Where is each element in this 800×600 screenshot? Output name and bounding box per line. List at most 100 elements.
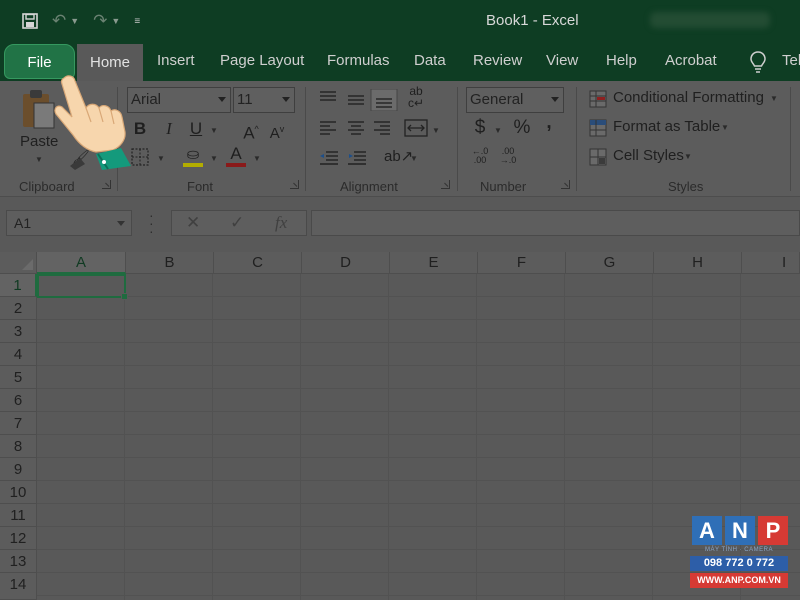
underline-button[interactable]: U xyxy=(187,119,205,139)
borders-dropdown-icon[interactable]: ▼ xyxy=(157,154,165,163)
column-header[interactable]: E xyxy=(390,252,478,274)
undo-dropdown-icon[interactable]: ▼ xyxy=(70,16,79,26)
formula-input[interactable] xyxy=(311,210,800,236)
watermark-letters: A N P xyxy=(692,516,788,545)
watermark-letter: P xyxy=(758,516,788,545)
underline-dropdown-icon[interactable]: ▼ xyxy=(210,126,218,135)
watermark-letter: A xyxy=(692,516,722,545)
row-header[interactable]: 9 xyxy=(0,458,37,481)
row-header[interactable]: 3 xyxy=(0,320,37,343)
enter-icon[interactable]: ✓ xyxy=(230,213,244,233)
formula-buttons: ✕ ✓ fx xyxy=(171,210,307,236)
column-header[interactable]: C xyxy=(214,252,302,274)
tab-data[interactable]: Data xyxy=(414,52,446,69)
cell-area[interactable] xyxy=(37,274,800,600)
vertical-align-buttons[interactable] xyxy=(318,89,406,111)
undo-icon[interactable]: ↶ xyxy=(52,11,66,31)
clipboard-launcher-icon[interactable] xyxy=(102,180,111,189)
format-as-table-icon xyxy=(589,119,607,137)
chevron-down-icon xyxy=(282,97,290,102)
horizontal-align-buttons[interactable] xyxy=(318,119,398,137)
name-box-value: A1 xyxy=(14,215,32,231)
column-header[interactable]: A xyxy=(37,252,126,274)
redo-dropdown-icon[interactable]: ▼ xyxy=(111,16,120,26)
conditional-formatting-icon xyxy=(589,90,607,108)
alignment-launcher-icon[interactable] xyxy=(441,180,450,189)
orientation-icon[interactable]: ab↗ xyxy=(384,147,413,167)
column-header[interactable]: B xyxy=(126,252,214,274)
wrap-text-icon[interactable]: ab c↵ xyxy=(404,85,428,109)
column-header[interactable]: F xyxy=(478,252,566,274)
window-title: Book1 - Excel xyxy=(486,12,579,29)
insert-function-icon[interactable]: fx xyxy=(275,213,287,233)
cancel-icon[interactable]: ✕ xyxy=(186,213,200,233)
fill-color-swatch xyxy=(183,163,203,167)
font-color-letter: A xyxy=(230,144,242,163)
font-launcher-icon[interactable] xyxy=(290,180,299,189)
column-header[interactable]: G xyxy=(566,252,654,274)
column-header[interactable]: D xyxy=(302,252,390,274)
grow-font-label: A xyxy=(243,123,255,143)
tab-insert[interactable]: Insert xyxy=(157,52,195,69)
indent-buttons[interactable] xyxy=(318,149,378,167)
grow-font-button[interactable]: A^ xyxy=(240,119,262,144)
row-header[interactable]: 13 xyxy=(0,550,37,573)
active-cell-a1[interactable] xyxy=(37,274,128,300)
merge-center-icon[interactable] xyxy=(404,119,428,137)
watermark-tagline: MÁY TÍNH · CAMERA xyxy=(705,547,773,553)
tab-page-layout[interactable]: Page Layout xyxy=(220,52,304,69)
tab-view[interactable]: View xyxy=(546,52,578,69)
customize-qat-icon[interactable]: ≡ xyxy=(134,16,140,27)
font-size-select[interactable]: 11 xyxy=(233,87,295,113)
shrink-font-label: A xyxy=(269,125,280,142)
font-name-select[interactable]: Arial xyxy=(127,87,231,113)
row-header[interactable]: 14 xyxy=(0,573,37,600)
formula-bar-grip-icon[interactable]: · · · xyxy=(149,208,154,238)
row-header[interactable]: 7 xyxy=(0,412,37,435)
row-header[interactable]: 8 xyxy=(0,435,37,458)
format-as-table-dropdown-icon: ▼ xyxy=(721,123,729,132)
row-header[interactable]: 1 xyxy=(0,274,37,297)
number-launcher-icon[interactable] xyxy=(561,180,570,189)
percent-button[interactable]: % xyxy=(512,118,532,138)
increase-decimal-icon[interactable]: ←.0.00 xyxy=(470,147,490,165)
currency-dropdown-icon[interactable]: ▼ xyxy=(494,126,502,135)
column-header[interactable]: I xyxy=(742,252,800,274)
italic-button[interactable]: I xyxy=(160,119,178,139)
row-header[interactable]: 10 xyxy=(0,481,37,504)
currency-button[interactable]: $ xyxy=(472,118,488,138)
row-header[interactable]: 6 xyxy=(0,389,37,412)
font-color-button[interactable]: A xyxy=(225,144,247,167)
tab-help[interactable]: Help xyxy=(606,52,637,69)
worksheet-grid[interactable]: A B C D E F G H I 1 2 3 4 5 6 7 8 9 10 1… xyxy=(0,252,800,600)
number-format-select[interactable]: General xyxy=(466,87,564,113)
row-header[interactable]: 11 xyxy=(0,504,37,527)
decrease-decimal-icon[interactable]: .00 →.0 xyxy=(498,147,518,165)
tab-acrobat[interactable]: Acrobat xyxy=(665,52,717,69)
tab-review[interactable]: Review xyxy=(473,52,522,69)
pointing-hand-icon xyxy=(54,75,131,170)
merge-dropdown-icon[interactable]: ▼ xyxy=(432,126,440,135)
row-header[interactable]: 4 xyxy=(0,343,37,366)
lightbulb-icon[interactable] xyxy=(750,51,766,73)
redo-icon[interactable]: ↷ xyxy=(93,11,107,31)
shrink-font-button[interactable]: Av xyxy=(266,119,288,144)
comma-style-button[interactable]: , xyxy=(543,113,555,133)
fill-color-button[interactable]: ⛀ xyxy=(182,145,204,167)
select-all-button[interactable] xyxy=(0,252,37,274)
group-label-number: Number xyxy=(480,179,527,194)
row-header[interactable]: 2 xyxy=(0,297,37,320)
row-header[interactable]: 12 xyxy=(0,527,37,550)
account-name-blurred[interactable] xyxy=(650,12,770,28)
number-format-value: General xyxy=(470,91,524,108)
tab-formulas[interactable]: Formulas xyxy=(327,52,390,69)
tell-me-box[interactable]: Tel xyxy=(782,52,800,69)
row-header[interactable]: 5 xyxy=(0,366,37,389)
title-bar: ↶ ▼ ↷ ▼ ≡ Book1 - Excel xyxy=(0,0,800,44)
fill-color-dropdown-icon[interactable]: ▼ xyxy=(210,154,218,163)
name-box[interactable]: A1 xyxy=(6,210,132,236)
column-header[interactable]: H xyxy=(654,252,742,274)
font-color-dropdown-icon[interactable]: ▼ xyxy=(253,154,261,163)
save-icon[interactable] xyxy=(22,13,38,29)
orientation-dropdown-icon[interactable]: ▼ xyxy=(410,154,418,163)
